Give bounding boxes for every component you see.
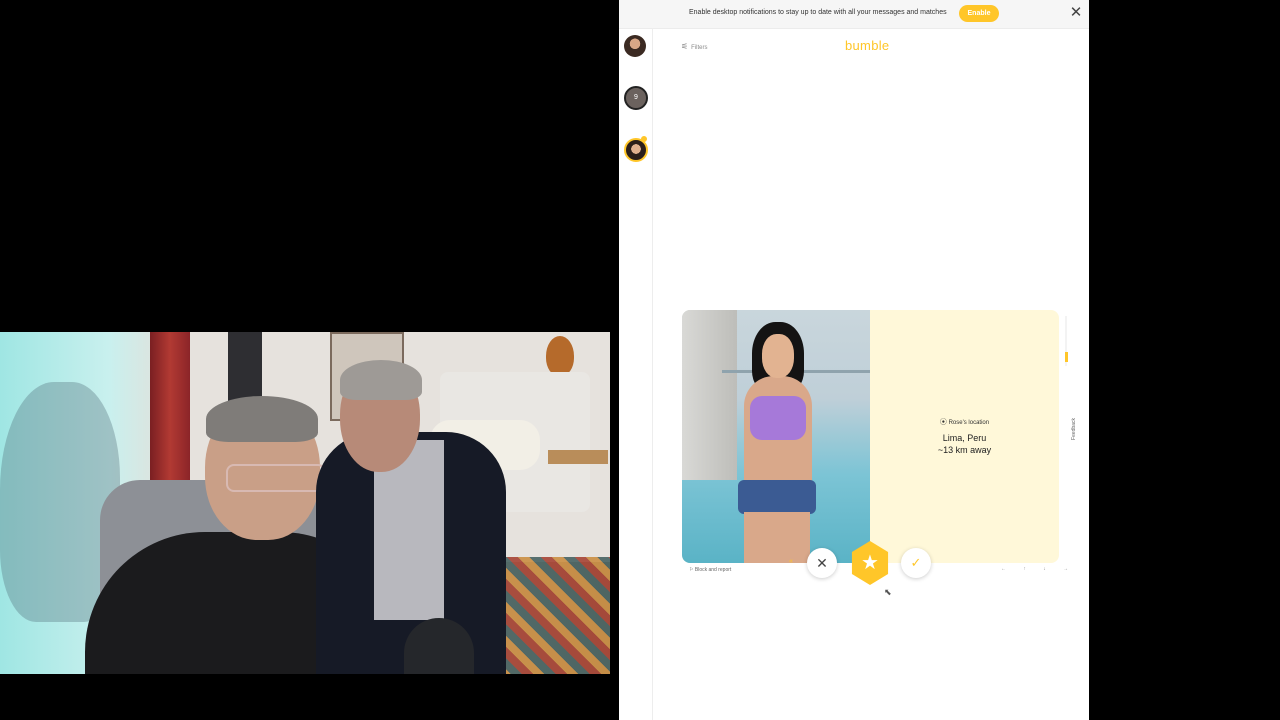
bumble-app: Enable desktop notifications to stay up … [619, 0, 1089, 720]
check-icon: ✓ [910, 555, 922, 570]
side-table [548, 450, 608, 464]
star-icon: ★ [861, 552, 879, 574]
person-right-hair [340, 360, 422, 400]
enable-notifications-button[interactable]: Enable [959, 5, 999, 22]
pass-button[interactable]: ✕ [807, 548, 837, 578]
like-button[interactable]: ✓ [901, 548, 931, 578]
flag-icon: ⚐ [689, 567, 694, 573]
side-indicator [1065, 352, 1068, 362]
photo-building [682, 310, 737, 480]
glasses [226, 464, 326, 492]
feedback-tab[interactable]: Feedback [1071, 418, 1077, 440]
photo-legs [744, 512, 810, 563]
matches-avatar[interactable]: 9 [624, 86, 648, 110]
sliders-icon: ⚟ [681, 42, 689, 51]
sidebar: 9 [619, 28, 653, 720]
rewind-icon[interactable]: « [785, 556, 797, 568]
location-panel: ⦿ Rose's location Lima, Peru ~13 km away [870, 310, 1059, 563]
close-icon[interactable]: ✕ [1069, 5, 1083, 21]
profile-avatar[interactable] [624, 35, 646, 57]
profile-card[interactable]: ⦿ Rose's location Lima, Peru ~13 km away [682, 310, 1059, 563]
location-label-text: Rose's location [948, 420, 990, 426]
photo-top [750, 396, 806, 440]
person-left-hair [206, 396, 318, 442]
notification-text: Enable desktop notifications to stay up … [689, 9, 947, 16]
keyboard-nav-hints: ← ↑ ↓ → [1001, 566, 1077, 572]
matches-count-badge: 9 [634, 94, 638, 101]
location-city: Lima, Peru [942, 433, 987, 443]
mouse-cursor-icon: ⬉ [884, 587, 892, 597]
close-icon: ✕ [816, 555, 828, 571]
block-report-link[interactable]: ⚐ Block and report [689, 567, 731, 573]
location-pin-icon: ⦿ [939, 419, 947, 426]
webcam-video [0, 332, 610, 674]
photo-shorts [738, 480, 816, 514]
block-report-label: Block and report [694, 567, 732, 573]
photo-face [762, 334, 794, 378]
location-label: ⦿ Rose's location [870, 417, 1059, 427]
new-match-dot [641, 136, 647, 142]
notification-banner: Enable desktop notifications to stay up … [619, 0, 1089, 29]
filters-label: Filters [691, 45, 708, 51]
location-distance: ~13 km away [937, 445, 992, 455]
bumble-logo[interactable]: bumble [845, 38, 889, 53]
guitar [546, 336, 574, 376]
profile-photo[interactable] [682, 310, 870, 563]
filters-button[interactable]: ⚟ Filters [681, 42, 708, 51]
